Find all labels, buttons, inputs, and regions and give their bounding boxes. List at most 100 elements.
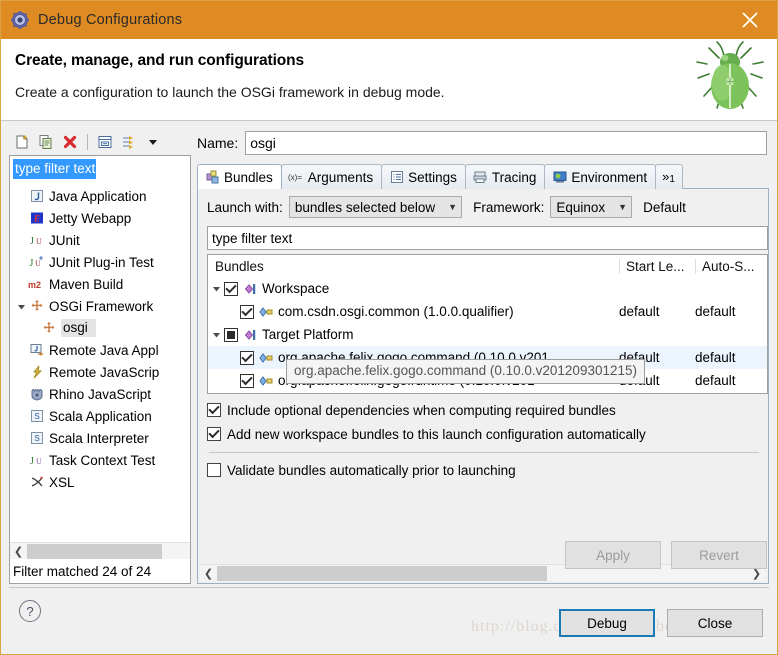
- expander-icon[interactable]: [208, 284, 224, 293]
- svg-text:J: J: [30, 456, 34, 467]
- tree-item-osgi-framework[interactable]: OSGi Framework: [10, 295, 190, 317]
- column-header-bundles[interactable]: Bundles: [208, 259, 619, 274]
- chevron-down-icon[interactable]: [143, 132, 163, 152]
- option-label: Include optional dependencies when compu…: [227, 403, 616, 418]
- help-icon[interactable]: ?: [19, 600, 41, 622]
- tree-item-junit[interactable]: JU JUnit: [10, 229, 190, 251]
- tree-horizontal-scrollbar[interactable]: ❮: [10, 542, 190, 559]
- expander[interactable]: [14, 302, 28, 311]
- tree-item-scala-interpreter[interactable]: S Scala Interpreter: [10, 427, 190, 449]
- junit-icon: JU: [28, 233, 46, 247]
- revert-button[interactable]: Revert: [671, 541, 767, 569]
- option-checkbox[interactable]: [207, 427, 221, 441]
- row-auto-start[interactable]: default: [695, 350, 767, 365]
- bundles-table-header: Bundles Start Le... Auto-S...: [208, 255, 767, 277]
- tree-filter-input[interactable]: type filter text: [11, 157, 189, 181]
- option-checkbox[interactable]: [207, 403, 221, 417]
- option-include-optional-dependencies[interactable]: Include optional dependencies when compu…: [207, 398, 768, 422]
- scrollbar-thumb[interactable]: [27, 544, 162, 559]
- launch-with-value: bundles selected below: [295, 200, 435, 215]
- tree-item-scala-application[interactable]: S Scala Application: [10, 405, 190, 427]
- filter-icon[interactable]: [119, 132, 139, 152]
- scroll-left-icon[interactable]: ❮: [10, 543, 27, 559]
- expander-icon[interactable]: [208, 330, 224, 339]
- tree-filter-value: type filter text: [13, 159, 96, 179]
- column-header-auto-start[interactable]: Auto-S...: [695, 259, 767, 274]
- option-add-new-workspace-bundles[interactable]: Add new workspace bundles to this launch…: [207, 422, 768, 446]
- svg-text:S: S: [34, 434, 39, 443]
- tree-item-xsl[interactable]: XSL: [10, 471, 190, 493]
- row-checkbox[interactable]: [224, 328, 238, 342]
- new-file-icon[interactable]: [12, 132, 32, 152]
- column-header-start-level[interactable]: Start Le...: [619, 259, 695, 274]
- framework-value: Equinox: [556, 200, 605, 215]
- close-button[interactable]: Close: [667, 609, 763, 637]
- scala-icon: S: [28, 409, 46, 423]
- bundles-filter-value: type filter text: [212, 231, 292, 246]
- footer-buttons: Debug Close: [559, 609, 763, 637]
- tab-environment[interactable]: Environment: [544, 164, 656, 189]
- apply-button[interactable]: Apply: [565, 541, 661, 569]
- bundle-tooltip: org.apache.felix.gogo.command (0.10.0.v2…: [286, 359, 645, 384]
- options-divider: [209, 452, 759, 453]
- tree-item-label: Scala Interpreter: [49, 431, 149, 446]
- row-checkbox[interactable]: [240, 351, 254, 365]
- tree-item-label: Task Context Test: [49, 453, 155, 468]
- tree-item-label: Maven Build: [49, 277, 123, 292]
- tree-item-jetty-webapp[interactable]: E Jetty Webapp: [10, 207, 190, 229]
- tree-item-osgi[interactable]: osgi: [10, 317, 190, 339]
- chevron-down-icon: ▼: [448, 202, 457, 212]
- remote-java-icon: [28, 343, 46, 357]
- tree-item-rhino-javascript[interactable]: Rhino JavaScript: [10, 383, 190, 405]
- tree-item-label: OSGi Framework: [49, 299, 153, 314]
- default-label: Default: [643, 200, 686, 215]
- osgi-framework-icon: [40, 321, 58, 335]
- option-validate-bundles[interactable]: Validate bundles automatically prior to …: [207, 458, 768, 482]
- option-checkbox[interactable]: [207, 463, 221, 477]
- table-row[interactable]: com.csdn.osgi.common (1.0.0.qualifier) d…: [208, 300, 767, 323]
- table-row[interactable]: Workspace: [208, 277, 767, 300]
- rhino-icon: [28, 387, 46, 401]
- svg-text:J: J: [30, 236, 34, 247]
- environment-icon: [551, 170, 568, 184]
- svg-text:E: E: [33, 214, 40, 224]
- name-label: Name:: [197, 135, 238, 151]
- tab-settings[interactable]: Settings: [381, 164, 466, 189]
- tree-item-task-context-test[interactable]: JU Task Context Test: [10, 449, 190, 471]
- row-checkbox[interactable]: [240, 305, 254, 319]
- tree-item-maven-build[interactable]: m2 Maven Build: [10, 273, 190, 295]
- tab-overflow-button[interactable]: » 1: [655, 164, 683, 189]
- tab-tracing[interactable]: Tracing: [465, 164, 546, 189]
- dialog-body: type filter text Java Application E: [1, 121, 777, 584]
- bundle-icon: [258, 351, 275, 365]
- maven-icon: m2: [28, 277, 46, 291]
- tree-item-junit-plugin-test[interactable]: JU JUnit Plug-in Test: [10, 251, 190, 273]
- debug-button[interactable]: Debug: [559, 609, 655, 637]
- scroll-left-icon[interactable]: ❮: [200, 565, 217, 581]
- row-checkbox[interactable]: [224, 282, 238, 296]
- row-auto-start[interactable]: default: [695, 304, 767, 319]
- tree-item-java-application[interactable]: Java Application: [10, 185, 190, 207]
- row-checkbox[interactable]: [240, 374, 254, 388]
- tree-item-remote-java-application[interactable]: Remote Java Appl: [10, 339, 190, 361]
- tree-item-remote-javascript[interactable]: Remote JavaScrip: [10, 361, 190, 383]
- name-input[interactable]: [245, 131, 767, 155]
- bundles-filter-input[interactable]: type filter text: [207, 226, 768, 250]
- tab-bundles[interactable]: Bundles: [197, 164, 282, 189]
- config-tabs: Bundles (x)= Arguments Settings: [197, 163, 769, 189]
- launch-with-select[interactable]: bundles selected below ▼: [289, 196, 462, 218]
- red-x-delete-icon[interactable]: [60, 132, 80, 152]
- copy-icon[interactable]: [36, 132, 56, 152]
- toolbar-separator: [87, 134, 88, 150]
- tab-overflow-count: 1: [669, 174, 675, 188]
- dialog-banner: Create, manage, and run configurations C…: [1, 39, 777, 121]
- close-icon[interactable]: [737, 7, 763, 33]
- collapse-all-icon[interactable]: [95, 132, 115, 152]
- tab-arguments[interactable]: (x)= Arguments: [281, 164, 382, 189]
- bundles-table: Bundles Start Le... Auto-S...: [207, 254, 768, 394]
- scrollbar-thumb[interactable]: [217, 566, 547, 581]
- row-auto-start[interactable]: default: [695, 373, 767, 388]
- table-row[interactable]: Target Platform: [208, 323, 767, 346]
- row-start-level[interactable]: default: [619, 304, 695, 319]
- framework-select[interactable]: Equinox ▼: [550, 196, 632, 218]
